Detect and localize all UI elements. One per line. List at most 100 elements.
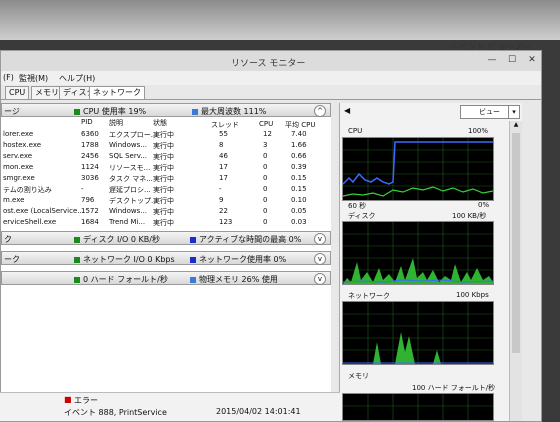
cell-desc: Windows...: [109, 207, 147, 215]
col-desc[interactable]: 説明: [109, 118, 123, 128]
menu-file[interactable]: (F): [3, 73, 14, 82]
cell-cpu: 3: [263, 141, 268, 149]
scroll-up-icon[interactable]: ▲: [510, 121, 522, 131]
cell-cpu: 0: [263, 207, 268, 215]
col-threads[interactable]: スレッド: [211, 120, 239, 130]
cpu-section-header[interactable]: ージ CPU 使用率 19% 最大周波数 111% ^: [1, 103, 331, 117]
cell-desc: リソースモ...: [109, 164, 151, 172]
view-dropdown[interactable]: ビュー ▾: [460, 105, 520, 119]
graphs-scrollbar[interactable]: ▲: [509, 121, 522, 421]
menu-bar: (F) 監視(M) ヘルプ(H): [1, 71, 541, 85]
collapse-arrow-icon[interactable]: ◀: [344, 106, 350, 115]
disk-active-text: アクティブな時間の最高 0%: [199, 235, 302, 244]
cell-pid: 796: [81, 196, 95, 204]
network-io-stat: ネットワーク I/O 0 Kbps: [74, 254, 175, 265]
table-row[interactable]: テムの割り込み - 遅延プロシ... 実行中 - 0 0.15: [1, 185, 331, 196]
physical-memory-stat: 物理メモリ 26% 使用: [190, 274, 278, 285]
graphs-panel: ◀ ビュー ▾ CPU 100% 60 秒 0% ディスク 100 KB/秒 ネッ…: [339, 103, 522, 421]
cell-desc: Trend Mi...: [109, 218, 146, 226]
col-cpu[interactable]: CPU: [259, 120, 273, 128]
cell-cpu: 0: [263, 152, 268, 160]
max-frequency-text: 最大周波数 111%: [201, 107, 267, 116]
cell-status: 実行中: [153, 208, 174, 216]
cpu-graph: [342, 137, 494, 201]
cell-status: 実行中: [153, 197, 174, 205]
cell-desc: エクスプロー...: [109, 131, 158, 139]
menu-monitor[interactable]: 監視(M): [19, 73, 48, 84]
overview-panel: ージ CPU 使用率 19% 最大周波数 111% ^ PID 説明 状態 スレ…: [1, 103, 331, 421]
cell-name: mon.exe: [3, 163, 34, 171]
monitor-bezel: [0, 0, 560, 40]
view-label: ビュー: [479, 108, 500, 116]
network-graph-label: ネットワーク: [348, 292, 390, 300]
cell-status: 実行中: [153, 153, 174, 161]
hard-fault-text: 0 ハード フォールト/秒: [83, 275, 168, 284]
disk-io-stat: ディスク I/O 0 KB/秒: [74, 234, 160, 245]
cell-name: m.exe: [3, 196, 25, 204]
minimize-button[interactable]: —: [483, 54, 501, 66]
max-frequency-stat: 最大周波数 111%: [192, 106, 266, 117]
disk-graph: [342, 221, 494, 285]
col-avg-cpu[interactable]: 平均 CPU: [285, 120, 315, 130]
blue-indicator: [190, 276, 196, 283]
cell-desc: タスク マネ...: [109, 175, 153, 183]
cpu-usage-text: CPU 使用率 19%: [83, 107, 147, 116]
chevron-down-icon: ▾: [508, 106, 519, 118]
col-pid[interactable]: PID: [81, 118, 93, 126]
expand-icon[interactable]: v: [314, 233, 326, 245]
section-name: ージ: [4, 107, 20, 116]
cell-status: 実行中: [153, 142, 174, 150]
table-row[interactable]: ost.exe (LocalService... 1572 Windows... 実行…: [1, 207, 331, 218]
col-status[interactable]: 状態: [153, 118, 167, 128]
table-row[interactable]: mon.exe 1124 リソースモ... 実行中 17 0 0.39: [1, 163, 331, 174]
cell-status: 実行中: [153, 219, 174, 227]
network-section-header[interactable]: ーク ネットワーク I/O 0 Kbps ネットワーク使用率 0% v: [1, 251, 331, 265]
network-graph: [342, 301, 494, 365]
table-row[interactable]: smgr.exe 3036 タスク マネ... 実行中 17 0 0.15: [1, 174, 331, 185]
blue-indicator: [192, 108, 198, 115]
cell-pid: 3036: [81, 174, 99, 182]
maximize-button[interactable]: ☐: [503, 54, 521, 66]
close-button[interactable]: ✕: [523, 54, 541, 66]
process-table-header: PID 説明 状態 スレッド CPU 平均 CPU: [1, 117, 331, 129]
cell-pid: 1124: [81, 163, 99, 171]
tab-bar: CPU メモリ ディスク ネットワーク: [1, 85, 541, 100]
hard-fault-stat: 0 ハード フォールト/秒: [74, 274, 168, 285]
collapse-icon[interactable]: ^: [314, 105, 326, 117]
disk-section-header[interactable]: ク ディスク I/O 0 KB/秒 アクティブな時間の最高 0% v: [1, 231, 331, 245]
cell-name: erviceShell.exe: [3, 218, 57, 226]
memory-graph-label: メモリ: [348, 372, 369, 380]
cpu-graph-label: CPU: [348, 127, 363, 135]
expand-icon[interactable]: v: [314, 273, 326, 285]
table-row[interactable]: lorer.exe 6360 エクスプロー... 実行中 55 12 7.40: [1, 130, 331, 141]
tab-cpu[interactable]: CPU: [5, 86, 30, 99]
event-source[interactable]: イベント 888, PrintService: [64, 407, 167, 418]
graphs-toolbar: ◀ ビュー ▾: [340, 103, 522, 119]
menu-help[interactable]: ヘルプ(H): [59, 73, 95, 84]
table-row[interactable]: m.exe 796 デスクトップ... 実行中 9 0 0.10: [1, 196, 331, 207]
cell-status: 実行中: [153, 186, 174, 194]
green-indicator: [74, 276, 80, 283]
cpu-graph-max: 100%: [468, 127, 489, 135]
event-level: エラー: [74, 396, 98, 405]
table-row[interactable]: serv.exe 2456 SQL Serv... 実行中 46 0 0.66: [1, 152, 331, 163]
network-usage-text: ネットワーク使用率 0%: [199, 255, 287, 264]
cell-avg: 1.66: [291, 141, 307, 149]
scrollbar-thumb[interactable]: [512, 133, 520, 353]
memory-section-header[interactable]: 0 ハード フォールト/秒 物理メモリ 26% 使用 v: [1, 271, 331, 285]
cell-cpu: 0: [263, 185, 268, 193]
blue-indicator: [190, 236, 196, 243]
cell-pid: -: [81, 185, 84, 193]
cell-cpu: 0: [263, 174, 268, 182]
table-row[interactable]: erviceShell.exe 1684 Trend Mi... 実行中 123 0 0.0…: [1, 218, 331, 229]
cell-status: 実行中: [153, 164, 174, 172]
expand-icon[interactable]: v: [314, 253, 326, 265]
tab-network[interactable]: ネットワーク: [89, 86, 145, 99]
disk-active-stat: アクティブな時間の最高 0%: [190, 234, 301, 245]
cell-name: lorer.exe: [3, 130, 34, 138]
cell-pid: 1572: [81, 207, 99, 215]
section-name: ク: [4, 235, 12, 244]
table-row[interactable]: hostex.exe 1788 Windows... 実行中 8 3 1.66: [1, 141, 331, 152]
cell-cpu: 0: [263, 163, 268, 171]
cpu-graph-min: 0%: [478, 201, 490, 209]
